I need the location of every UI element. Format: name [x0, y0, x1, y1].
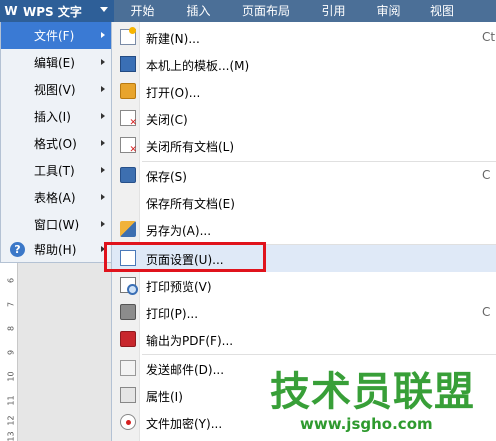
- chevron-right-icon: [101, 221, 105, 227]
- menu-item-label: 另存为(A)...: [146, 224, 212, 238]
- menu-item-print[interactable]: 打印(P)... C: [112, 299, 496, 326]
- send-mail-icon: [120, 360, 136, 376]
- ruler-number: 8: [6, 325, 16, 332]
- menu-item-label: 格式(O): [34, 137, 77, 151]
- chevron-right-icon: [101, 167, 105, 173]
- menu-item-label: 输出为PDF(F)...: [146, 334, 234, 348]
- menu-item-label: 帮助(H): [34, 243, 77, 257]
- tab-references[interactable]: 引用: [306, 0, 361, 22]
- menu-item-label: 打开(O)...: [146, 86, 201, 100]
- close-document-icon: [120, 110, 137, 128]
- tab-page-layout[interactable]: 页面布局: [226, 0, 306, 22]
- menu-item-label: 新建(N)...: [146, 32, 200, 46]
- ruler-number: 9: [6, 349, 16, 356]
- export-pdf-icon: [120, 331, 136, 347]
- menu-item-new[interactable]: 新建(N)... Ctrl: [112, 24, 496, 51]
- menu-item-export-pdf[interactable]: 输出为PDF(F)...: [112, 326, 496, 353]
- menu-item-edit[interactable]: 编辑(E): [1, 49, 112, 76]
- menu-item-label: 编辑(E): [34, 56, 75, 70]
- menu-item-label: 打印预览(V): [146, 280, 212, 294]
- ruler-number: 13: [6, 431, 16, 441]
- menu-item-label: 保存(S): [146, 170, 187, 184]
- menu-item-tools[interactable]: 工具(T): [1, 157, 112, 184]
- tab-review[interactable]: 审阅: [361, 0, 416, 22]
- shortcut-label: Ctrl: [482, 30, 496, 44]
- menu-item-help[interactable]: ? 帮助(H): [1, 236, 112, 263]
- print-preview-icon: [120, 277, 138, 295]
- chevron-right-icon: [101, 32, 105, 38]
- wps-app-menu-button[interactable]: W WPS 文字: [0, 0, 114, 22]
- menu-item-label: 关闭(C): [146, 113, 188, 127]
- menu-item-file[interactable]: 文件(F): [1, 22, 112, 49]
- ribbon-bar: W WPS 文字 开始 插入 页面布局 引用 审阅 视图: [0, 0, 496, 22]
- menu-item-label: 窗口(W): [34, 218, 80, 232]
- menu-item-label: 文件加密(Y)...: [146, 417, 223, 431]
- menu-item-save-all[interactable]: 保存所有文档(E): [112, 189, 496, 216]
- menu-item-save[interactable]: 保存(S) C: [112, 162, 496, 189]
- menu-item-label: 文件(F): [34, 29, 75, 43]
- template-icon: [120, 56, 136, 72]
- ribbon-tabs: 开始 插入 页面布局 引用 审阅 视图: [114, 0, 468, 22]
- watermark-url: www.jsgho.com: [300, 415, 433, 433]
- menu-item-label: 属性(I): [146, 390, 183, 404]
- shortcut-label: C: [482, 305, 491, 319]
- menu-item-label: 发送邮件(D)...: [146, 363, 225, 377]
- menu-item-label: 本机上的模板...(M): [146, 59, 250, 73]
- chevron-right-icon: [101, 59, 105, 65]
- menu-item-print-preview[interactable]: 打印预览(V): [112, 272, 496, 299]
- help-icon: ?: [10, 242, 25, 257]
- save-as-icon: [120, 221, 136, 237]
- menu-item-close[interactable]: 关闭(C): [112, 105, 496, 132]
- save-icon: [120, 167, 136, 183]
- menu-item-local-templates[interactable]: 本机上的模板...(M): [112, 51, 496, 78]
- chevron-down-icon: [100, 7, 108, 12]
- menu-item-label: 插入(I): [34, 110, 71, 124]
- app-title: WPS 文字: [23, 4, 82, 19]
- new-document-icon: [120, 27, 136, 45]
- menu-item-table[interactable]: 表格(A): [1, 184, 112, 211]
- encrypt-file-icon: [120, 414, 136, 430]
- open-folder-icon: [120, 83, 136, 99]
- menu-item-label: 关闭所有文档(L): [146, 140, 235, 154]
- menu-item-view[interactable]: 视图(V): [1, 76, 112, 103]
- watermark-text: 技术员联盟: [270, 369, 475, 415]
- menu-item-format[interactable]: 格式(O): [1, 130, 112, 157]
- print-icon: [120, 304, 136, 320]
- properties-icon: [120, 387, 136, 403]
- chevron-right-icon: [101, 194, 105, 200]
- annotation-highlight-box: [104, 242, 266, 272]
- chevron-right-icon: [101, 86, 105, 92]
- chevron-right-icon: [101, 113, 105, 119]
- wps-logo-icon: W: [4, 4, 18, 18]
- menu-item-window[interactable]: 窗口(W): [1, 211, 112, 238]
- ruler-number: 12: [6, 415, 16, 426]
- close-all-icon: [120, 137, 137, 155]
- menu-item-save-as[interactable]: 另存为(A)...: [112, 216, 496, 243]
- tab-insert[interactable]: 插入: [171, 0, 226, 22]
- ruler-number: 11: [6, 395, 16, 406]
- menu-item-label: 视图(V): [34, 83, 76, 97]
- menu-item-label: 表格(A): [34, 191, 76, 205]
- ruler-number: 6: [6, 277, 16, 284]
- menu-item-insert[interactable]: 插入(I): [1, 103, 112, 130]
- main-menu: 文件(F) 编辑(E) 视图(V) 插入(I) 格式(O) 工具(T) 表格(A…: [0, 22, 113, 263]
- ruler-number: 10: [6, 371, 16, 382]
- menu-item-label: 保存所有文档(E): [146, 197, 235, 211]
- chevron-right-icon: [101, 140, 105, 146]
- shortcut-label: C: [482, 168, 491, 182]
- tab-view[interactable]: 视图: [416, 0, 468, 22]
- ruler-number: 7: [6, 301, 16, 308]
- menu-item-label: 打印(P)...: [146, 307, 199, 321]
- menu-item-label: 工具(T): [34, 164, 75, 178]
- tab-home[interactable]: 开始: [114, 0, 171, 22]
- menu-item-open[interactable]: 打开(O)...: [112, 78, 496, 105]
- vertical-ruler: 6 7 8 9 10 11 12 13: [0, 262, 18, 441]
- menu-item-close-all[interactable]: 关闭所有文档(L): [112, 132, 496, 159]
